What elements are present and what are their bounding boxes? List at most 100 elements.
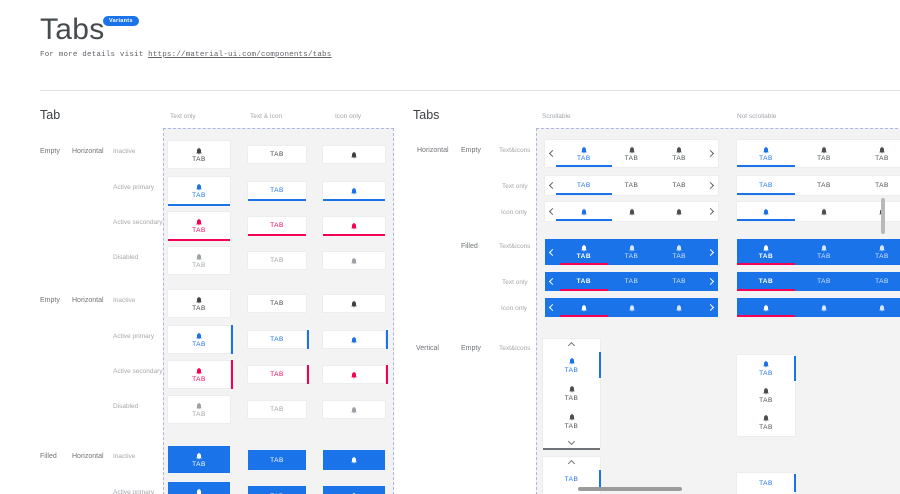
chevron-glyph bbox=[568, 437, 575, 444]
tab-item[interactable]: TAB bbox=[655, 140, 703, 167]
tab-icon-sample[interactable] bbox=[323, 331, 385, 348]
tab-text-sample[interactable]: TAB bbox=[248, 366, 306, 383]
tab-item[interactable]: TAB bbox=[853, 272, 900, 291]
tab-label: TAB bbox=[817, 182, 831, 189]
chevron-down-icon[interactable] bbox=[543, 435, 600, 447]
tab-item[interactable] bbox=[737, 298, 795, 317]
chevron-right-icon[interactable] bbox=[703, 239, 718, 265]
tab-text-sample[interactable]: TAB bbox=[248, 486, 306, 494]
chevron-right-icon[interactable] bbox=[703, 140, 718, 167]
tab-item[interactable] bbox=[795, 202, 853, 221]
tab-text-sample[interactable]: TAB bbox=[248, 217, 306, 234]
tab-label: TAB bbox=[759, 278, 773, 285]
tab-item[interactable] bbox=[655, 202, 703, 221]
tab-item[interactable]: TAB bbox=[795, 272, 853, 291]
tab-item[interactable] bbox=[608, 298, 656, 317]
tab-item[interactable]: TAB bbox=[608, 239, 656, 265]
tab-item[interactable] bbox=[560, 298, 608, 317]
tab-text-icon-sample[interactable]: TAB bbox=[168, 141, 230, 168]
tab-text-sample[interactable]: TAB bbox=[248, 331, 306, 348]
tab-item[interactable]: TAB bbox=[543, 351, 600, 379]
tab-text-sample[interactable]: TAB bbox=[248, 401, 306, 418]
tab-item[interactable] bbox=[853, 202, 900, 221]
state-label: Disabled bbox=[113, 254, 138, 261]
horizontal-scrollbar[interactable] bbox=[578, 487, 682, 491]
tab-text-icon-sample[interactable]: TAB bbox=[168, 177, 230, 204]
tab-text-icon-sample[interactable]: TAB bbox=[168, 482, 230, 494]
bell-icon bbox=[878, 244, 886, 252]
tab-item[interactable]: TAB bbox=[795, 239, 853, 265]
tab-item[interactable]: TAB bbox=[543, 469, 600, 489]
tab-item[interactable] bbox=[853, 298, 900, 317]
tab-item[interactable] bbox=[608, 202, 656, 221]
tab-label: TAB bbox=[565, 395, 579, 402]
tab-item[interactable]: TAB bbox=[737, 140, 795, 167]
tab-item[interactable] bbox=[737, 202, 795, 221]
tab-item[interactable]: TAB bbox=[737, 355, 795, 382]
tab-item[interactable]: TAB bbox=[737, 382, 795, 409]
tab-item[interactable]: TAB bbox=[608, 140, 656, 167]
chevron-right-icon[interactable] bbox=[703, 298, 718, 317]
tab-icon-sample[interactable] bbox=[323, 486, 385, 494]
tab-text-icon-sample[interactable]: TAB bbox=[168, 396, 230, 423]
tab-item[interactable]: TAB bbox=[737, 239, 795, 265]
tab-icon-sample[interactable] bbox=[323, 401, 385, 418]
tab-icon-sample[interactable] bbox=[323, 295, 385, 312]
tab-item[interactable]: TAB bbox=[655, 239, 703, 265]
tab-icon-sample[interactable] bbox=[323, 450, 385, 470]
tab-item[interactable]: TAB bbox=[560, 239, 608, 265]
tab-text-icon-sample[interactable]: TAB bbox=[168, 290, 230, 317]
tab-text-sample[interactable]: TAB bbox=[248, 295, 306, 312]
chevron-glyph bbox=[707, 150, 714, 157]
tab-icon-sample[interactable] bbox=[323, 146, 385, 163]
tab-icon-sample[interactable] bbox=[323, 182, 385, 199]
tab-item[interactable]: TAB bbox=[560, 272, 608, 291]
chevron-right-icon[interactable] bbox=[703, 202, 718, 221]
tab-item[interactable]: TAB bbox=[608, 176, 656, 195]
chevron-left-icon[interactable] bbox=[545, 239, 560, 265]
chevron-left-icon[interactable] bbox=[545, 140, 560, 167]
tab-item[interactable]: TAB bbox=[655, 176, 703, 195]
chevron-left-icon[interactable] bbox=[545, 298, 560, 317]
tab-text-icon-sample[interactable]: TAB bbox=[168, 212, 230, 239]
chevron-left-icon[interactable] bbox=[545, 272, 560, 291]
tab-item[interactable]: TAB bbox=[853, 239, 900, 265]
tab-item[interactable]: TAB bbox=[560, 140, 608, 167]
tab-item[interactable]: TAB bbox=[737, 473, 795, 493]
tab-row: TAB TAB bbox=[163, 482, 393, 494]
tab-icon-sample[interactable] bbox=[323, 217, 385, 234]
tab-item[interactable]: TAB bbox=[795, 176, 853, 195]
tab-item[interactable]: TAB bbox=[737, 409, 795, 436]
chevron-right-icon[interactable] bbox=[703, 176, 718, 195]
tab-text-icon-sample[interactable]: TAB bbox=[168, 446, 230, 473]
docs-link[interactable]: https://material-ui.com/components/tabs bbox=[148, 51, 331, 59]
tab-text-sample[interactable]: TAB bbox=[248, 252, 306, 269]
tab-item[interactable]: TAB bbox=[655, 272, 703, 291]
tab-text-sample[interactable]: TAB bbox=[248, 182, 306, 199]
tab-text-icon-sample[interactable]: TAB bbox=[168, 326, 230, 353]
tab-item[interactable]: TAB bbox=[795, 140, 853, 167]
tab-text-icon-sample[interactable]: TAB bbox=[168, 247, 230, 274]
chevron-up-icon[interactable] bbox=[543, 457, 600, 469]
tab-item[interactable]: TAB bbox=[737, 176, 795, 195]
tab-text-sample[interactable]: TAB bbox=[248, 146, 306, 163]
tab-item[interactable]: TAB bbox=[853, 176, 900, 195]
chevron-right-icon[interactable] bbox=[703, 272, 718, 291]
bell-icon bbox=[580, 208, 588, 216]
tab-item[interactable]: TAB bbox=[543, 379, 600, 407]
chevron-up-icon[interactable] bbox=[543, 339, 600, 351]
tab-item[interactable]: TAB bbox=[737, 272, 795, 291]
tab-text-sample[interactable]: TAB bbox=[248, 450, 306, 470]
vertical-scrollbar[interactable] bbox=[881, 198, 885, 234]
bell-icon bbox=[195, 402, 203, 410]
tab-item[interactable] bbox=[655, 298, 703, 317]
tab-item[interactable]: TAB bbox=[560, 176, 608, 195]
tab-text-icon-sample[interactable]: TAB bbox=[168, 361, 230, 388]
tab-item[interactable]: TAB bbox=[608, 272, 656, 291]
tab-icon-sample[interactable] bbox=[323, 366, 385, 383]
tab-icon-sample[interactable] bbox=[323, 252, 385, 269]
tab-item[interactable] bbox=[560, 202, 608, 221]
tab-item[interactable] bbox=[795, 298, 853, 317]
tab-item[interactable]: TAB bbox=[853, 140, 900, 167]
tab-item[interactable]: TAB bbox=[543, 407, 600, 435]
